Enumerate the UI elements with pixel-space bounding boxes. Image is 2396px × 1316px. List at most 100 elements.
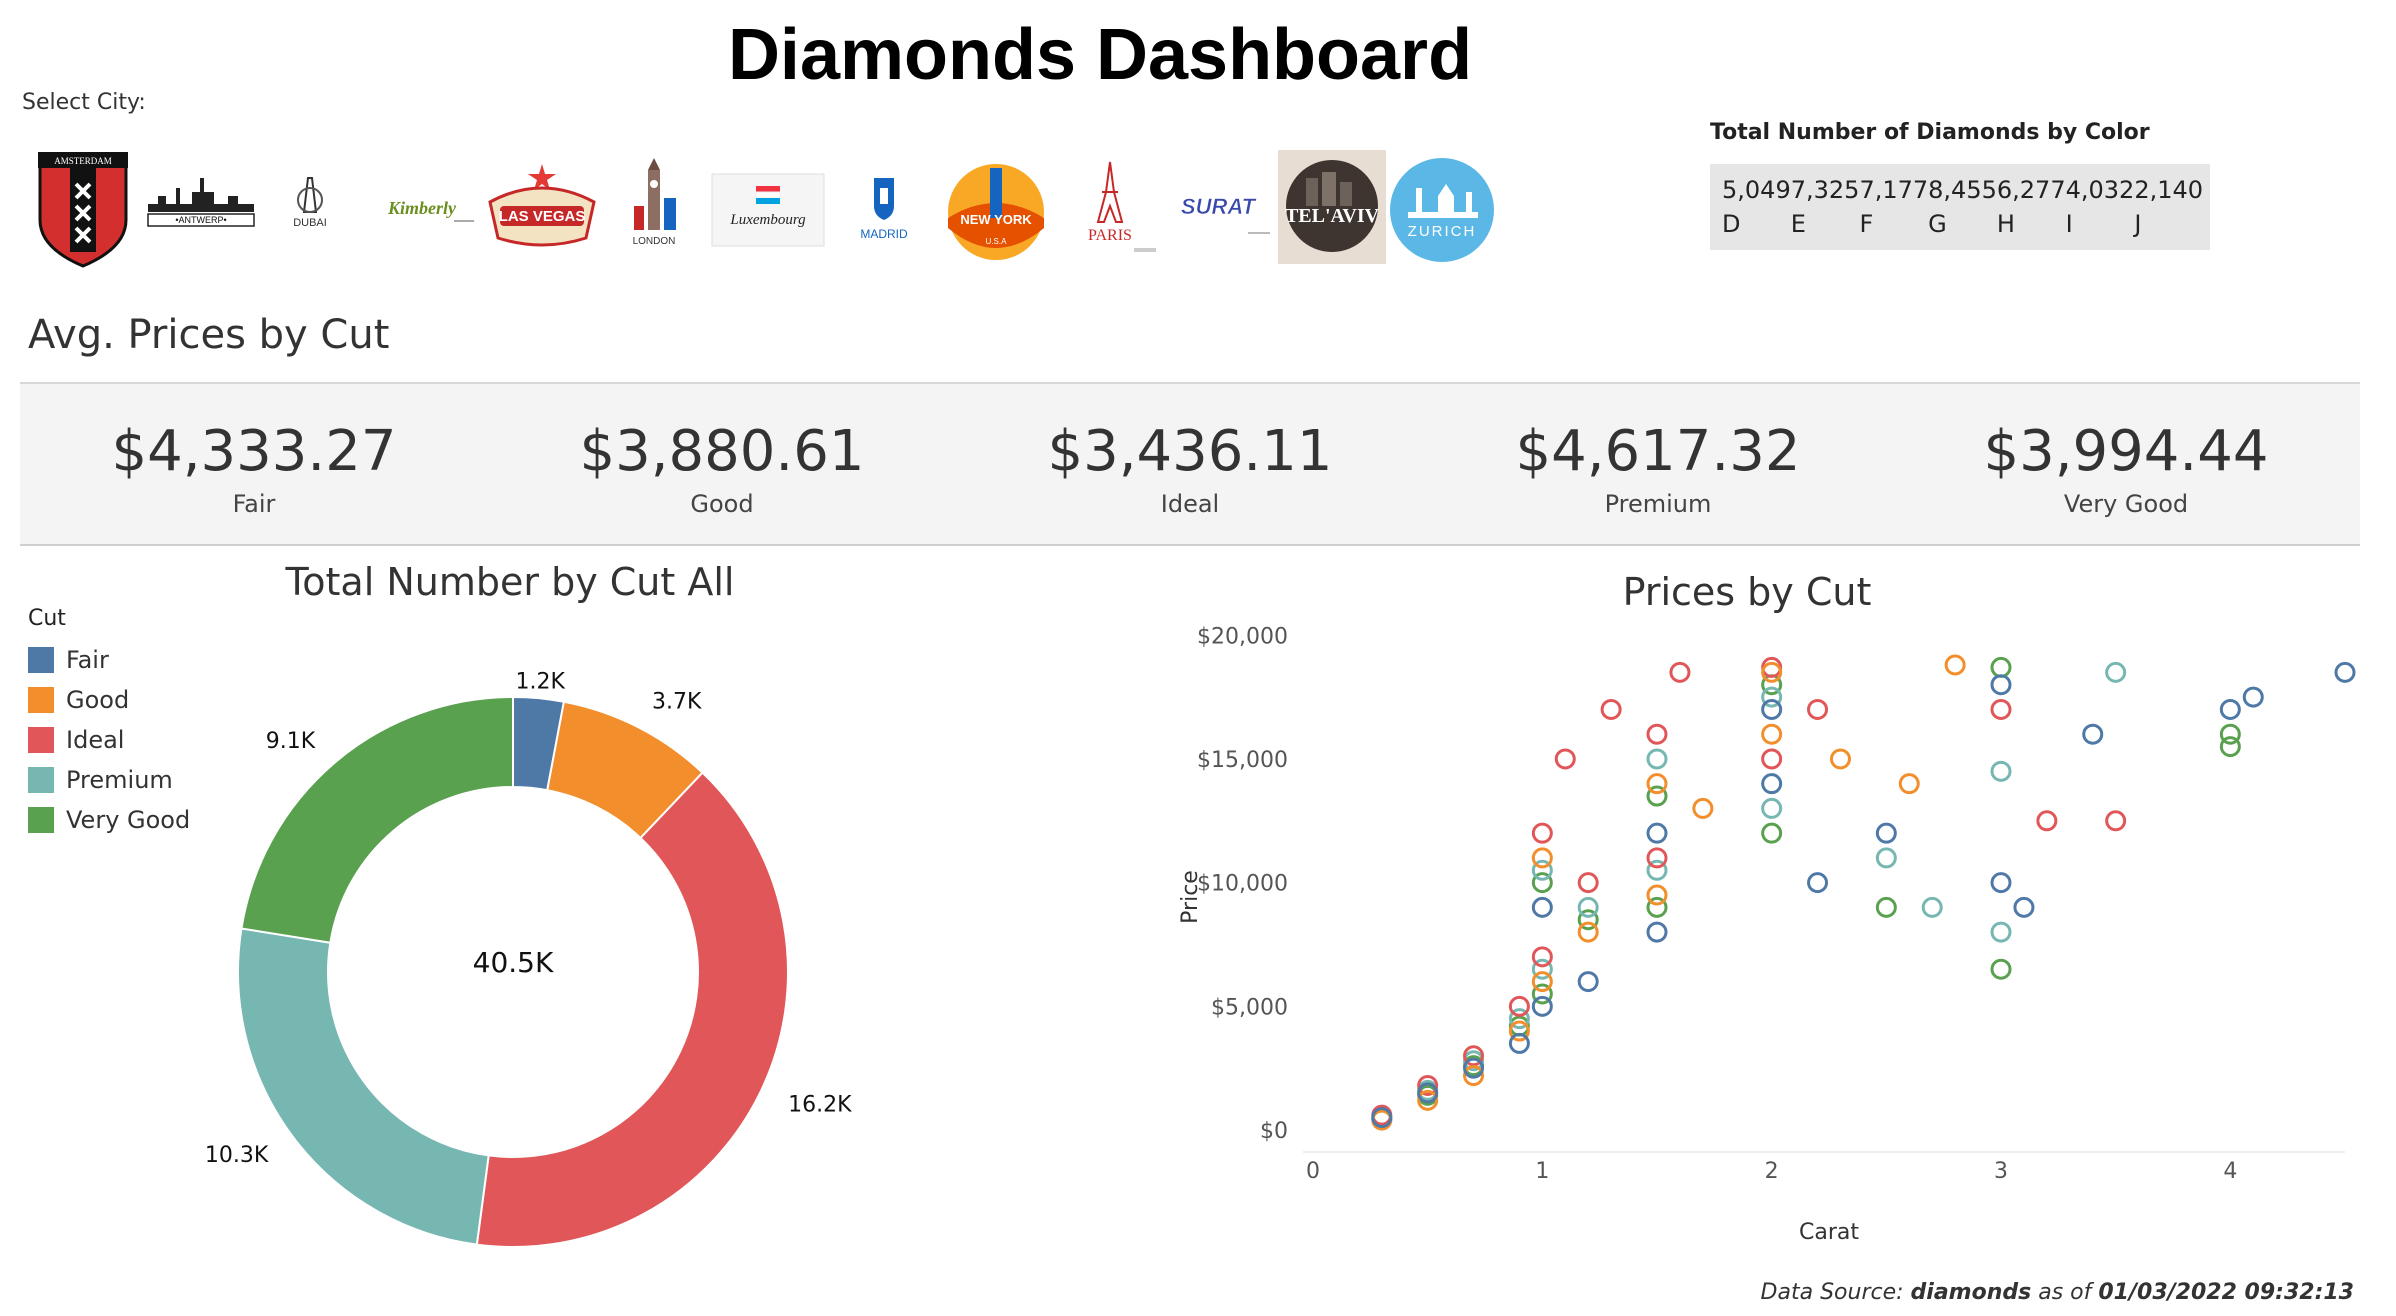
- scatter-point-ideal[interactable]: [1554, 748, 1576, 770]
- scatter-point-fair[interactable]: [1508, 1032, 1530, 1054]
- scatter-point-good[interactable]: [1692, 797, 1714, 819]
- kpi-value: $4,333.27: [111, 419, 397, 484]
- scatter-point-fair[interactable]: [2082, 723, 2104, 745]
- scatter-point-premium[interactable]: [1990, 921, 2012, 943]
- scatter-point-premium[interactable]: [1921, 896, 1943, 918]
- scatter-point-premium[interactable]: [1577, 896, 1599, 918]
- scatter-point-fair[interactable]: [1646, 921, 1668, 943]
- scatter-point-premium[interactable]: [1646, 748, 1668, 770]
- scatter-point-fair[interactable]: [1990, 674, 2012, 696]
- legend-item-ideal[interactable]: Ideal: [28, 720, 190, 760]
- scatter-point-ideal[interactable]: [1508, 995, 1530, 1017]
- city-antwerp-button[interactable]: •ANTWERP•: [144, 148, 260, 274]
- scatter-point-very-good[interactable]: [1990, 656, 2012, 678]
- scatter-point-premium[interactable]: [1990, 760, 2012, 782]
- city-zurich-button[interactable]: ZURICH: [1388, 148, 1504, 274]
- kpi-very-good[interactable]: $3,994.44 Very Good: [1892, 420, 2360, 519]
- dubai-icon: DUBAI: [293, 177, 327, 229]
- color-cell[interactable]: 2,140 J: [2134, 176, 2203, 250]
- scatter-point-very-good[interactable]: [2219, 723, 2241, 745]
- city-london-button[interactable]: LONDON: [594, 148, 710, 274]
- color-label: E: [1790, 210, 1806, 238]
- scatter-point-fair[interactable]: [1761, 698, 1783, 720]
- x-tick-label: 1: [1535, 1159, 1549, 1184]
- scatter-point-good[interactable]: [1531, 847, 1553, 869]
- scatter-point-good[interactable]: [1898, 773, 1920, 795]
- scatter-point-fair[interactable]: [1577, 971, 1599, 993]
- scatter-point-very-good[interactable]: [1761, 822, 1783, 844]
- city-paris-button[interactable]: PARIS: [1050, 148, 1166, 274]
- amsterdam-icon: AMSTERDAM: [38, 152, 128, 268]
- scatter-point-ideal[interactable]: [1990, 698, 2012, 720]
- scatter-point-fair[interactable]: [1531, 896, 1553, 918]
- scatter-point-very-good[interactable]: [1875, 896, 1897, 918]
- city-dubai-button[interactable]: DUBAI: [256, 148, 372, 274]
- city-tel-aviv-button[interactable]: TEL'AVIV: [1276, 148, 1392, 274]
- legend-label: Ideal: [66, 726, 125, 754]
- legend-item-good[interactable]: Good: [28, 680, 190, 720]
- scatter-point-ideal[interactable]: [1669, 661, 1691, 683]
- scatter-point-ideal[interactable]: [1531, 822, 1553, 844]
- scatter-point-ideal[interactable]: [1646, 847, 1668, 869]
- color-cell[interactable]: 5,049 D: [1722, 176, 1791, 250]
- scatter-point-fair[interactable]: [2334, 661, 2356, 683]
- city-amsterdam-button[interactable]: AMSTERDAM: [32, 148, 148, 274]
- kpi-ideal[interactable]: $3,436.11 Ideal: [956, 420, 1424, 519]
- scatter-point-good[interactable]: [1829, 748, 1851, 770]
- scatter-point-ideal[interactable]: [1600, 698, 1622, 720]
- color-cell[interactable]: 7,325 E: [1791, 176, 1860, 250]
- scatter-point-fair[interactable]: [1807, 872, 1829, 894]
- scatter-point-ideal[interactable]: [1577, 872, 1599, 894]
- scatter-point-ideal[interactable]: [2105, 810, 2127, 832]
- scatter-point-good[interactable]: [1646, 884, 1668, 906]
- color-count: 5,049: [1722, 176, 1791, 204]
- color-cell[interactable]: 7,177 F: [1859, 176, 1928, 250]
- kpi-premium[interactable]: $4,617.32 Premium: [1424, 420, 1892, 519]
- scatter-point-premium[interactable]: [1875, 847, 1897, 869]
- scatter-point-good[interactable]: [1646, 773, 1668, 795]
- legend-item-fair[interactable]: Fair: [28, 640, 190, 680]
- scatter-point-fair[interactable]: [1761, 773, 1783, 795]
- scatter-point-fair[interactable]: [2013, 896, 2035, 918]
- zurich-icon: ZURICH: [1390, 158, 1494, 262]
- donut-slice-ideal[interactable]: [475, 771, 789, 1248]
- kpi-label: Very Good: [2063, 490, 2189, 518]
- scatter-point-ideal[interactable]: [1761, 748, 1783, 770]
- svg-text:DUBAI: DUBAI: [293, 217, 327, 229]
- city-surat-button[interactable]: SURAT: [1162, 148, 1278, 274]
- city-las-vegas-button[interactable]: LAS VEGAS: [482, 148, 598, 274]
- scatter-point-fair[interactable]: [2242, 686, 2264, 708]
- scatter-point-fair[interactable]: [1875, 822, 1897, 844]
- scatter-point-good[interactable]: [1531, 971, 1553, 993]
- scatter-point-ideal[interactable]: [2036, 810, 2058, 832]
- color-count: 2,140: [2134, 176, 2204, 204]
- color-cell[interactable]: 6,277 H: [1997, 176, 2066, 250]
- scatter-point-premium[interactable]: [2105, 661, 2127, 683]
- color-cell[interactable]: 4,032 I: [2066, 176, 2135, 250]
- footer-prefix: Data Source:: [1760, 1280, 1911, 1305]
- city-new-york-button[interactable]: NEW YORK U.S.A: [936, 148, 1052, 274]
- kpi-fair[interactable]: $4,333.27 Fair: [20, 419, 488, 519]
- scatter-point-good[interactable]: [1944, 654, 1966, 676]
- scatter-point-premium[interactable]: [1761, 797, 1783, 819]
- color-cell[interactable]: 8,455 G: [1928, 176, 1997, 250]
- legend-item-premium[interactable]: Premium: [28, 760, 190, 800]
- kpi-good[interactable]: $3,880.61 Good: [488, 420, 956, 519]
- scatter-point-good[interactable]: [1577, 921, 1599, 943]
- scatter-point-fair[interactable]: [1646, 822, 1668, 844]
- color-label: H: [1996, 210, 2015, 238]
- scatter-point-ideal[interactable]: [1646, 723, 1668, 745]
- scatter-point-ideal[interactable]: [1531, 946, 1553, 968]
- scatter-point-ideal[interactable]: [1807, 698, 1829, 720]
- scatter-point-good[interactable]: [1761, 723, 1783, 745]
- legend-item-very-good[interactable]: Very Good: [28, 800, 190, 840]
- donut-slice-premium[interactable]: [237, 927, 490, 1246]
- legend-label: Premium: [66, 766, 173, 794]
- scatter-point-very-good[interactable]: [1990, 958, 2012, 980]
- scatter-point-fair[interactable]: [1531, 995, 1553, 1017]
- scatter-point-fair[interactable]: [2219, 698, 2241, 720]
- scatter-point-fair[interactable]: [1990, 872, 2012, 894]
- city-madrid-button[interactable]: MADRID: [824, 148, 940, 274]
- city-kimberly-button[interactable]: Kimberly: [370, 148, 486, 274]
- city-luxembourg-button[interactable]: Luxembourg: [710, 148, 826, 274]
